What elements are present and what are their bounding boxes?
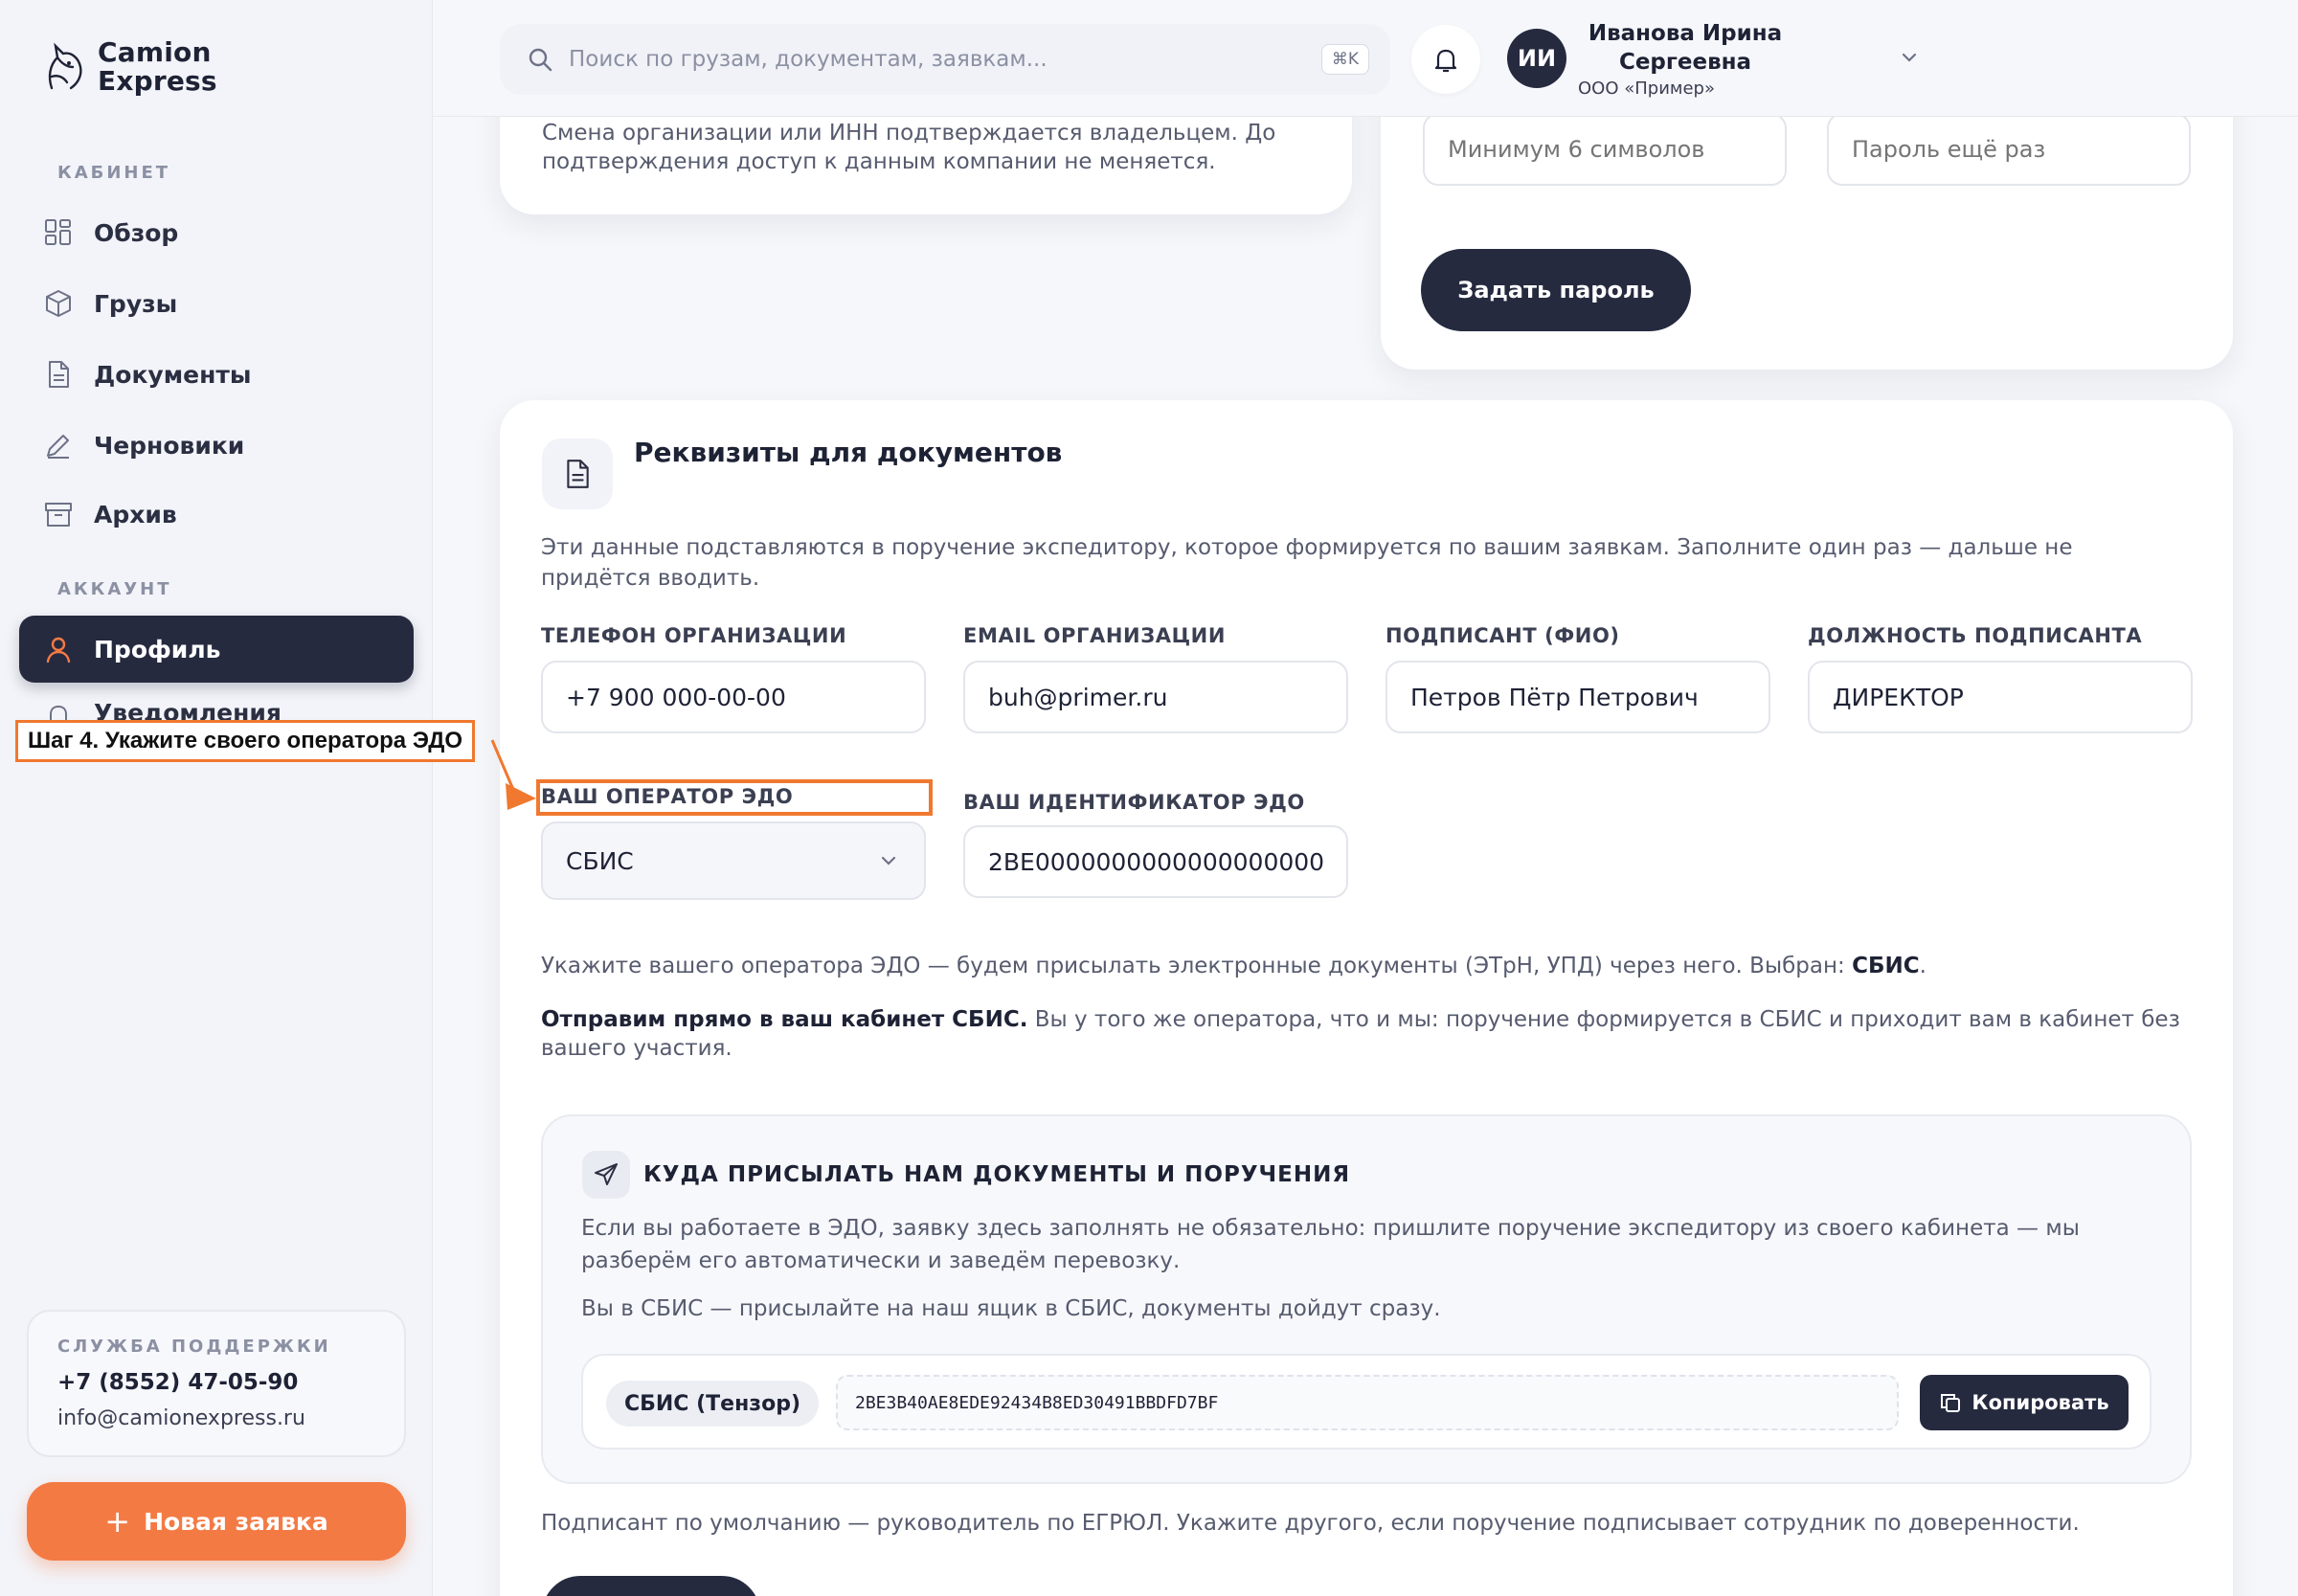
sidebar-item-drafts[interactable]: Черновики <box>19 412 414 479</box>
copy-icon <box>1939 1391 1962 1414</box>
default-signer-hint: Подписант по умолчанию — руководитель по… <box>541 1511 2080 1536</box>
sidebar-item-archive[interactable]: Архив <box>19 481 414 548</box>
user-avatar[interactable]: ИИ <box>1507 29 1566 88</box>
sidebar-item-overview[interactable]: Обзор <box>19 199 414 266</box>
new-order-button[interactable]: + Новая заявка <box>27 1482 406 1561</box>
new-password-input[interactable] <box>1423 113 1787 186</box>
box-icon <box>42 287 75 320</box>
edo-address-row: СБИС (Тензор) 2BE3B40AE8EDE92434B8ED3049… <box>581 1354 2152 1450</box>
bell-icon <box>1434 49 1457 73</box>
search-shortcut-badge: ⌘K <box>1320 44 1369 75</box>
user-organization: ООО «Пример» <box>1578 79 1715 99</box>
org-email-label: EMAIL ОРГАНИЗАЦИИ <box>963 624 1227 647</box>
copy-label: Копировать <box>1971 1391 2109 1414</box>
requisites-description: Эти данные подставляются в поручение экс… <box>541 535 2073 591</box>
signer-position-input[interactable]: ДИРЕКТОР <box>1808 661 2193 733</box>
repeat-password-input[interactable] <box>1827 113 2191 186</box>
grid-icon <box>42 216 75 249</box>
sidebar-item-documents[interactable]: Документы <box>19 341 414 408</box>
organization-change-note: Смена организации или ИНН подтверждается… <box>542 121 1276 174</box>
sidebar-item-cargo[interactable]: Грузы <box>19 270 414 337</box>
plus-icon: + <box>104 1503 131 1540</box>
sidebar-item-label: Архив <box>94 500 177 528</box>
copy-button[interactable]: Копировать <box>1920 1375 2129 1430</box>
tutorial-highlight-box <box>536 779 933 816</box>
direct-delivery-hint: Отправим прямо в ваш кабинет СБИС. Вы у … <box>541 1007 2180 1061</box>
edo-address-id[interactable]: 2BE3B40AE8EDE92434B8ED30491BBDFD7BF <box>836 1375 1899 1430</box>
search-icon <box>529 48 552 72</box>
operator-hint: Укажите вашего оператора ЭДО — будем при… <box>541 954 1926 978</box>
sidebar-item-label: Черновики <box>94 431 245 460</box>
sidebar-item-label: Обзор <box>94 218 179 247</box>
edo-id-input[interactable]: 2BE0000000000000000000 <box>963 825 1348 898</box>
sidebar-item-label: Документы <box>94 360 252 389</box>
notifications-button[interactable] <box>1411 25 1480 94</box>
horse-logo-icon <box>48 42 82 90</box>
support-email-link[interactable]: info@camionexpress.ru <box>57 1406 375 1430</box>
send-box-sbis-note: Вы в СБИС — присылайте на наш ящик в СБИ… <box>581 1296 1441 1321</box>
brand-logo[interactable]: Camion Express <box>38 38 217 96</box>
brand-name: Camion Express <box>98 36 217 97</box>
edo-operator-select[interactable]: СБИС <box>541 821 926 900</box>
global-search[interactable]: ⌘K <box>500 24 1390 95</box>
sidebar-item-label: Грузы <box>94 289 178 318</box>
document-icon <box>42 358 75 391</box>
org-phone-label: ТЕЛЕФОН ОРГАНИЗАЦИИ <box>541 624 847 647</box>
user-name: Иванова Ирина Сергеевна <box>1588 21 1783 75</box>
section-account-label: АККАУНТ <box>57 579 172 599</box>
chevron-down-icon[interactable] <box>1898 46 1921 69</box>
signer-name-input[interactable]: Петров Пётр Петрович <box>1386 661 1770 733</box>
section-cabinet-label: КАБИНЕТ <box>57 163 171 183</box>
send-icon <box>582 1151 630 1199</box>
sidebar-item-profile[interactable]: Профиль <box>19 616 414 683</box>
support-card: СЛУЖБА ПОДДЕРЖКИ +7 (8552) 47-05-90 info… <box>27 1310 406 1457</box>
operator-pill: СБИС (Тензор) <box>606 1381 819 1427</box>
send-box-title: КУДА ПРИСЫЛАТЬ НАМ ДОКУМЕНТЫ И ПОРУЧЕНИЯ <box>643 1162 1351 1187</box>
user-icon <box>42 633 75 665</box>
sidebar: Camion Express КАБИНЕТ Обзор Грузы Докум… <box>0 0 433 1596</box>
new-order-label: Новая заявка <box>144 1507 328 1536</box>
archive-icon <box>42 498 75 530</box>
requisites-document-icon <box>542 438 613 509</box>
support-phone-link[interactable]: +7 (8552) 47-05-90 <box>57 1370 375 1395</box>
edo-id-label: ВАШ ИДЕНТИФИКАТОР ЭДО <box>963 791 1305 814</box>
tutorial-step-callout: Шаг 4. Укажите своего оператора ЭДО <box>15 720 476 762</box>
signer-position-label: ДОЛЖНОСТЬ ПОДПИСАНТА <box>1808 624 2143 647</box>
support-title: СЛУЖБА ПОДДЕРЖКИ <box>57 1337 331 1357</box>
chevron-down-icon <box>881 856 896 865</box>
send-box-text: Если вы работаете в ЭДО, заявку здесь за… <box>581 1216 2080 1273</box>
set-password-button[interactable]: Задать пароль <box>1421 249 1691 331</box>
signer-name-label: ПОДПИСАНТ (ФИО) <box>1386 624 1620 647</box>
requisites-title: Реквизиты для документов <box>634 437 1063 468</box>
edo-operator-value: СБИС <box>566 846 634 875</box>
org-email-input[interactable]: buh@primer.ru <box>963 661 1348 733</box>
selected-operator: СБИС <box>1852 954 1920 978</box>
org-phone-input[interactable]: +7 900 000-00-00 <box>541 661 926 733</box>
search-input[interactable] <box>569 47 1296 72</box>
save-button[interactable] <box>542 1576 760 1596</box>
user-menu[interactable]: Иванова Ирина Сергеевна ООО «Пример» <box>1578 19 1792 99</box>
sidebar-item-label: Профиль <box>94 635 221 663</box>
pencil-icon <box>42 429 75 461</box>
top-header: ⌘K ИИ Иванова Ирина Сергеевна ООО «Приме… <box>433 0 2298 117</box>
